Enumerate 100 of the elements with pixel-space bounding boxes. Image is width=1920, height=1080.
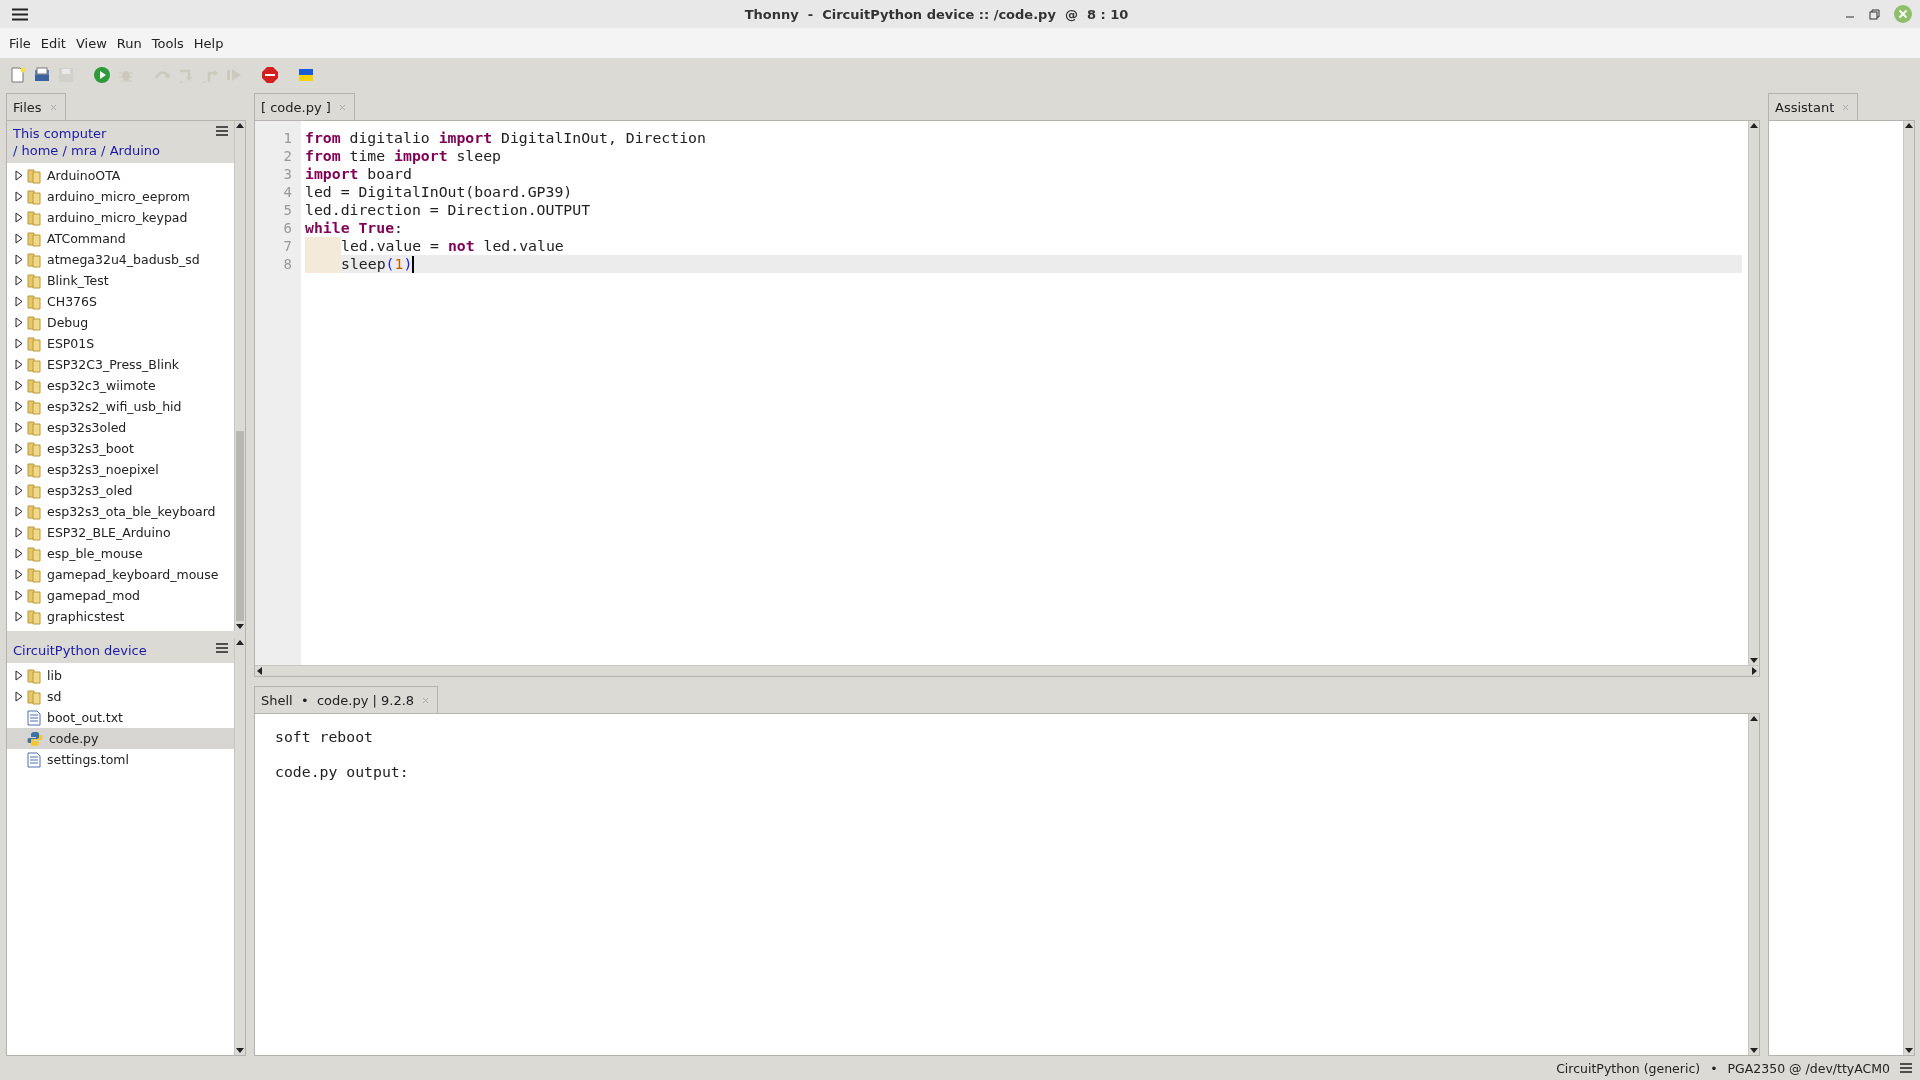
location-title[interactable]: CircuitPython device: [13, 643, 147, 658]
tree-item[interactable]: graphicstest: [7, 606, 234, 627]
tree-item[interactable]: ESP32_BLE_Arduino: [7, 522, 234, 543]
files-tab[interactable]: Files: [6, 93, 66, 120]
scroll-up-icon[interactable]: [235, 121, 245, 131]
path-breadcrumb[interactable]: / home / mra / Arduino: [13, 143, 160, 158]
expand-arrow-icon[interactable]: [15, 275, 23, 286]
tree-item[interactable]: ATCommand: [7, 228, 234, 249]
code-line: led.direction = Direction.OUTPUT: [305, 201, 591, 219]
scroll-up-icon[interactable]: [1904, 121, 1914, 131]
code-line: while True:: [305, 219, 403, 237]
scrollbar[interactable]: [255, 665, 1759, 676]
menu-item[interactable]: Help: [188, 35, 229, 51]
menu-item[interactable]: Run: [111, 35, 147, 51]
tree-item[interactable]: Debug: [7, 312, 234, 333]
shell-panel[interactable]: soft reboot code.py output:: [254, 713, 1760, 1056]
tree-item[interactable]: code.py: [7, 728, 234, 749]
toolbar-button[interactable]: [260, 65, 280, 85]
menu-icon[interactable]: [216, 126, 228, 136]
expand-arrow-icon[interactable]: [15, 485, 23, 496]
expand-arrow-icon[interactable]: [15, 254, 23, 265]
expand-arrow-icon[interactable]: [15, 548, 23, 559]
folder-icon: [27, 230, 41, 247]
tree-item[interactable]: esp32s2_wifi_usb_hid: [7, 396, 234, 417]
scroll-down-icon[interactable]: [1904, 1045, 1914, 1055]
scrollbar[interactable]: [234, 638, 245, 1055]
tree-item[interactable]: arduino_micro_keypad: [7, 207, 234, 228]
expand-arrow-icon[interactable]: [15, 422, 23, 433]
tree-item[interactable]: esp32c3_wiimote: [7, 375, 234, 396]
scrollbar[interactable]: [1748, 714, 1759, 1055]
expand-arrow-icon[interactable]: [15, 191, 23, 202]
scroll-down-icon[interactable]: [235, 1045, 245, 1055]
scrollbar[interactable]: [234, 121, 245, 631]
menu-icon[interactable]: [1900, 1063, 1912, 1073]
folder-icon: [27, 545, 41, 562]
menu-icon[interactable]: [216, 643, 228, 653]
location-title[interactable]: This computer: [13, 126, 160, 141]
tree-item[interactable]: esp32s3_oled: [7, 480, 234, 501]
code-line: sleep(1): [341, 255, 413, 273]
scroll-up-icon[interactable]: [1749, 714, 1759, 724]
tree-item[interactable]: lib: [7, 665, 234, 686]
expand-arrow-icon[interactable]: [15, 212, 23, 223]
expand-arrow-icon[interactable]: [15, 670, 23, 681]
expand-arrow-icon[interactable]: [15, 527, 23, 538]
tree-item[interactable]: atmega32u4_badusb_sd: [7, 249, 234, 270]
expand-arrow-icon[interactable]: [15, 233, 23, 244]
port-status[interactable]: PGA2350 @ /dev/ttyACM0: [1727, 1060, 1890, 1076]
expand-arrow-icon[interactable]: [15, 296, 23, 307]
expand-arrow-icon[interactable]: [15, 359, 23, 370]
tree-item[interactable]: esp_ble_mouse: [7, 543, 234, 564]
expand-arrow-icon[interactable]: [15, 464, 23, 475]
interpreter-status[interactable]: CircuitPython (generic): [1556, 1060, 1701, 1076]
shell-tab[interactable]: Shell • code.py | 9.2.8: [254, 686, 439, 713]
tree-item[interactable]: esp32s3_noepixel: [7, 459, 234, 480]
scrollbar[interactable]: [1903, 121, 1914, 1055]
tree-item[interactable]: ESP01S: [7, 333, 234, 354]
tree-item[interactable]: gamepad_mod: [7, 585, 234, 606]
assistant-tab[interactable]: Assistant: [1768, 93, 1859, 120]
tree-item[interactable]: esp32s3oled: [7, 417, 234, 438]
toolbar-button[interactable]: [92, 65, 112, 85]
tree-item[interactable]: gamepad_keyboard_mouse: [7, 564, 234, 585]
folder-icon: [27, 524, 41, 541]
scroll-up-icon[interactable]: [235, 638, 245, 648]
expand-arrow-icon[interactable]: [15, 691, 23, 702]
new-file-icon: [9, 66, 27, 84]
tree-item[interactable]: CH376S: [7, 291, 234, 312]
folder-icon: [27, 608, 41, 625]
folder-icon: [33, 66, 51, 84]
expand-arrow-icon[interactable]: [15, 590, 23, 601]
menu-item[interactable]: View: [70, 35, 112, 51]
tree-item[interactable]: settings.toml: [7, 749, 234, 770]
line-number: 7: [283, 237, 293, 255]
menu-item[interactable]: Edit: [35, 35, 71, 51]
tree-item[interactable]: esp32s3_boot: [7, 438, 234, 459]
editor-tab[interactable]: [ code.py ]: [254, 93, 355, 120]
menu-icon[interactable]: [12, 7, 28, 21]
tree-item[interactable]: boot_out.txt: [7, 707, 234, 728]
folder-icon: [27, 314, 41, 331]
expand-arrow-icon[interactable]: [15, 569, 23, 580]
expand-arrow-icon[interactable]: [15, 317, 23, 328]
menu-item[interactable]: File: [4, 35, 36, 51]
expand-arrow-icon[interactable]: [15, 401, 23, 412]
scroll-up-icon[interactable]: [1749, 121, 1759, 131]
expand-arrow-icon[interactable]: [15, 170, 23, 181]
expand-arrow-icon[interactable]: [15, 506, 23, 517]
tree-item[interactable]: Blink_Test: [7, 270, 234, 291]
scroll-down-icon[interactable]: [1749, 1045, 1759, 1055]
tree-item[interactable]: arduino_micro_eeprom: [7, 186, 234, 207]
folder-icon: [27, 461, 41, 478]
tree-item[interactable]: esp32s3_ota_ble_keyboard: [7, 501, 234, 522]
tree-item[interactable]: sd: [7, 686, 234, 707]
expand-arrow-icon[interactable]: [15, 443, 23, 454]
tree-item[interactable]: ArduinoOTA: [7, 165, 234, 186]
expand-arrow-icon[interactable]: [15, 380, 23, 391]
tree-item[interactable]: ESP32C3_Press_Blink: [7, 354, 234, 375]
maximize-icon[interactable]: [1869, 8, 1880, 20]
expand-arrow-icon[interactable]: [15, 338, 23, 349]
scrollbar[interactable]: [1748, 121, 1759, 665]
menu-item[interactable]: Tools: [146, 35, 189, 51]
expand-arrow-icon[interactable]: [15, 611, 23, 622]
